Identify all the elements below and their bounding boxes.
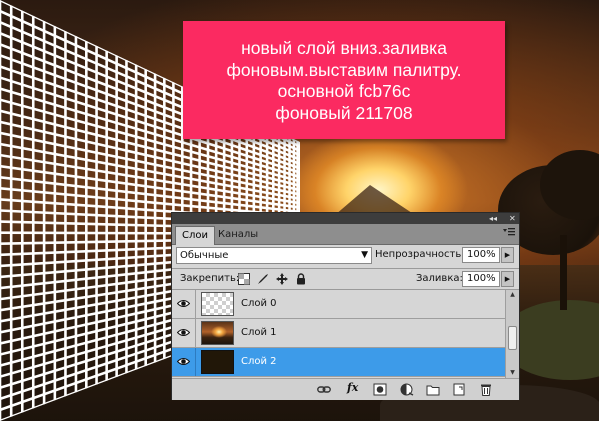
blend-mode-select[interactable]: Обычные ▼ xyxy=(176,247,372,264)
new-group-icon[interactable] xyxy=(426,383,440,396)
divider xyxy=(172,268,519,269)
lock-image-icon[interactable] xyxy=(257,273,269,285)
eye-icon xyxy=(177,329,190,336)
layers-scrollbar[interactable]: ▲ ▼ xyxy=(505,290,519,378)
fill-input[interactable]: 100% xyxy=(462,271,500,287)
layers-panel: ◂◂ ✕ Слои Каналы Обычные ▼ Непрозрачност… xyxy=(171,212,520,400)
note-line-2: фоновым.выставим палитру. xyxy=(226,59,462,80)
lock-position-icon[interactable] xyxy=(276,273,288,285)
fill-slider-button[interactable]: ▶ xyxy=(501,271,514,287)
note-line-4: фоновый 211708 xyxy=(275,102,413,123)
visibility-toggle[interactable] xyxy=(172,319,196,347)
close-icon[interactable]: ✕ xyxy=(509,213,516,224)
panel-bottom-toolbar: fx xyxy=(172,378,519,400)
panel-titlebar[interactable]: ◂◂ ✕ xyxy=(172,213,519,224)
tab-channels[interactable]: Каналы xyxy=(212,226,264,244)
scrollbar-thumb[interactable] xyxy=(508,326,517,350)
tab-layers[interactable]: Слои xyxy=(175,226,215,245)
opacity-slider-button[interactable]: ▶ xyxy=(501,247,514,263)
new-layer-icon[interactable] xyxy=(452,383,466,396)
note-line-3: основной fcb76c xyxy=(277,81,411,101)
layer-thumbnail xyxy=(201,350,234,374)
panel-menu-icon[interactable] xyxy=(503,228,515,240)
tree-trunk xyxy=(560,235,567,310)
scroll-down-icon[interactable]: ▼ xyxy=(506,368,519,378)
layers-list: Слой 0 Слой 1 Слой 2 xyxy=(172,290,505,378)
layer-name: Слой 2 xyxy=(241,356,277,367)
lock-transparency-icon[interactable] xyxy=(238,273,250,285)
layer-row-selected[interactable]: Слой 2 xyxy=(172,348,505,377)
visibility-toggle[interactable] xyxy=(172,348,196,376)
fill-label: Заливка: xyxy=(416,273,463,284)
layer-row[interactable]: Слой 1 xyxy=(172,319,505,348)
collapse-icon[interactable]: ◂◂ xyxy=(489,213,497,224)
panel-tabs: Слои Каналы xyxy=(172,224,519,245)
lock-all-icon[interactable] xyxy=(295,273,307,285)
layer-thumbnail xyxy=(201,292,234,316)
eye-icon xyxy=(177,300,190,307)
instruction-note: новый слой вниз.заливка фоновым.выставим… xyxy=(183,21,505,139)
note-line-1: новый слой вниз.заливка xyxy=(241,38,447,58)
opacity-label: Непрозрачность: xyxy=(375,249,465,260)
layer-row[interactable]: Слой 0 xyxy=(172,290,505,319)
fx-icon[interactable]: fx xyxy=(347,381,361,394)
link-layers-icon[interactable] xyxy=(317,383,331,396)
trash-icon[interactable] xyxy=(479,383,493,396)
adjustment-layer-icon[interactable] xyxy=(400,383,414,396)
blend-mode-value: Обычные xyxy=(180,250,229,261)
chevron-down-icon: ▼ xyxy=(361,250,368,260)
lock-label: Закрепить: xyxy=(180,273,240,284)
scroll-up-icon[interactable]: ▲ xyxy=(506,290,519,300)
opacity-input[interactable]: 100% xyxy=(462,247,500,263)
layer-name: Слой 0 xyxy=(241,298,277,309)
visibility-toggle[interactable] xyxy=(172,290,196,318)
eye-icon xyxy=(177,358,190,365)
layer-mask-icon[interactable] xyxy=(373,383,387,396)
layer-thumbnail xyxy=(201,321,234,345)
layer-name: Слой 1 xyxy=(241,327,277,338)
